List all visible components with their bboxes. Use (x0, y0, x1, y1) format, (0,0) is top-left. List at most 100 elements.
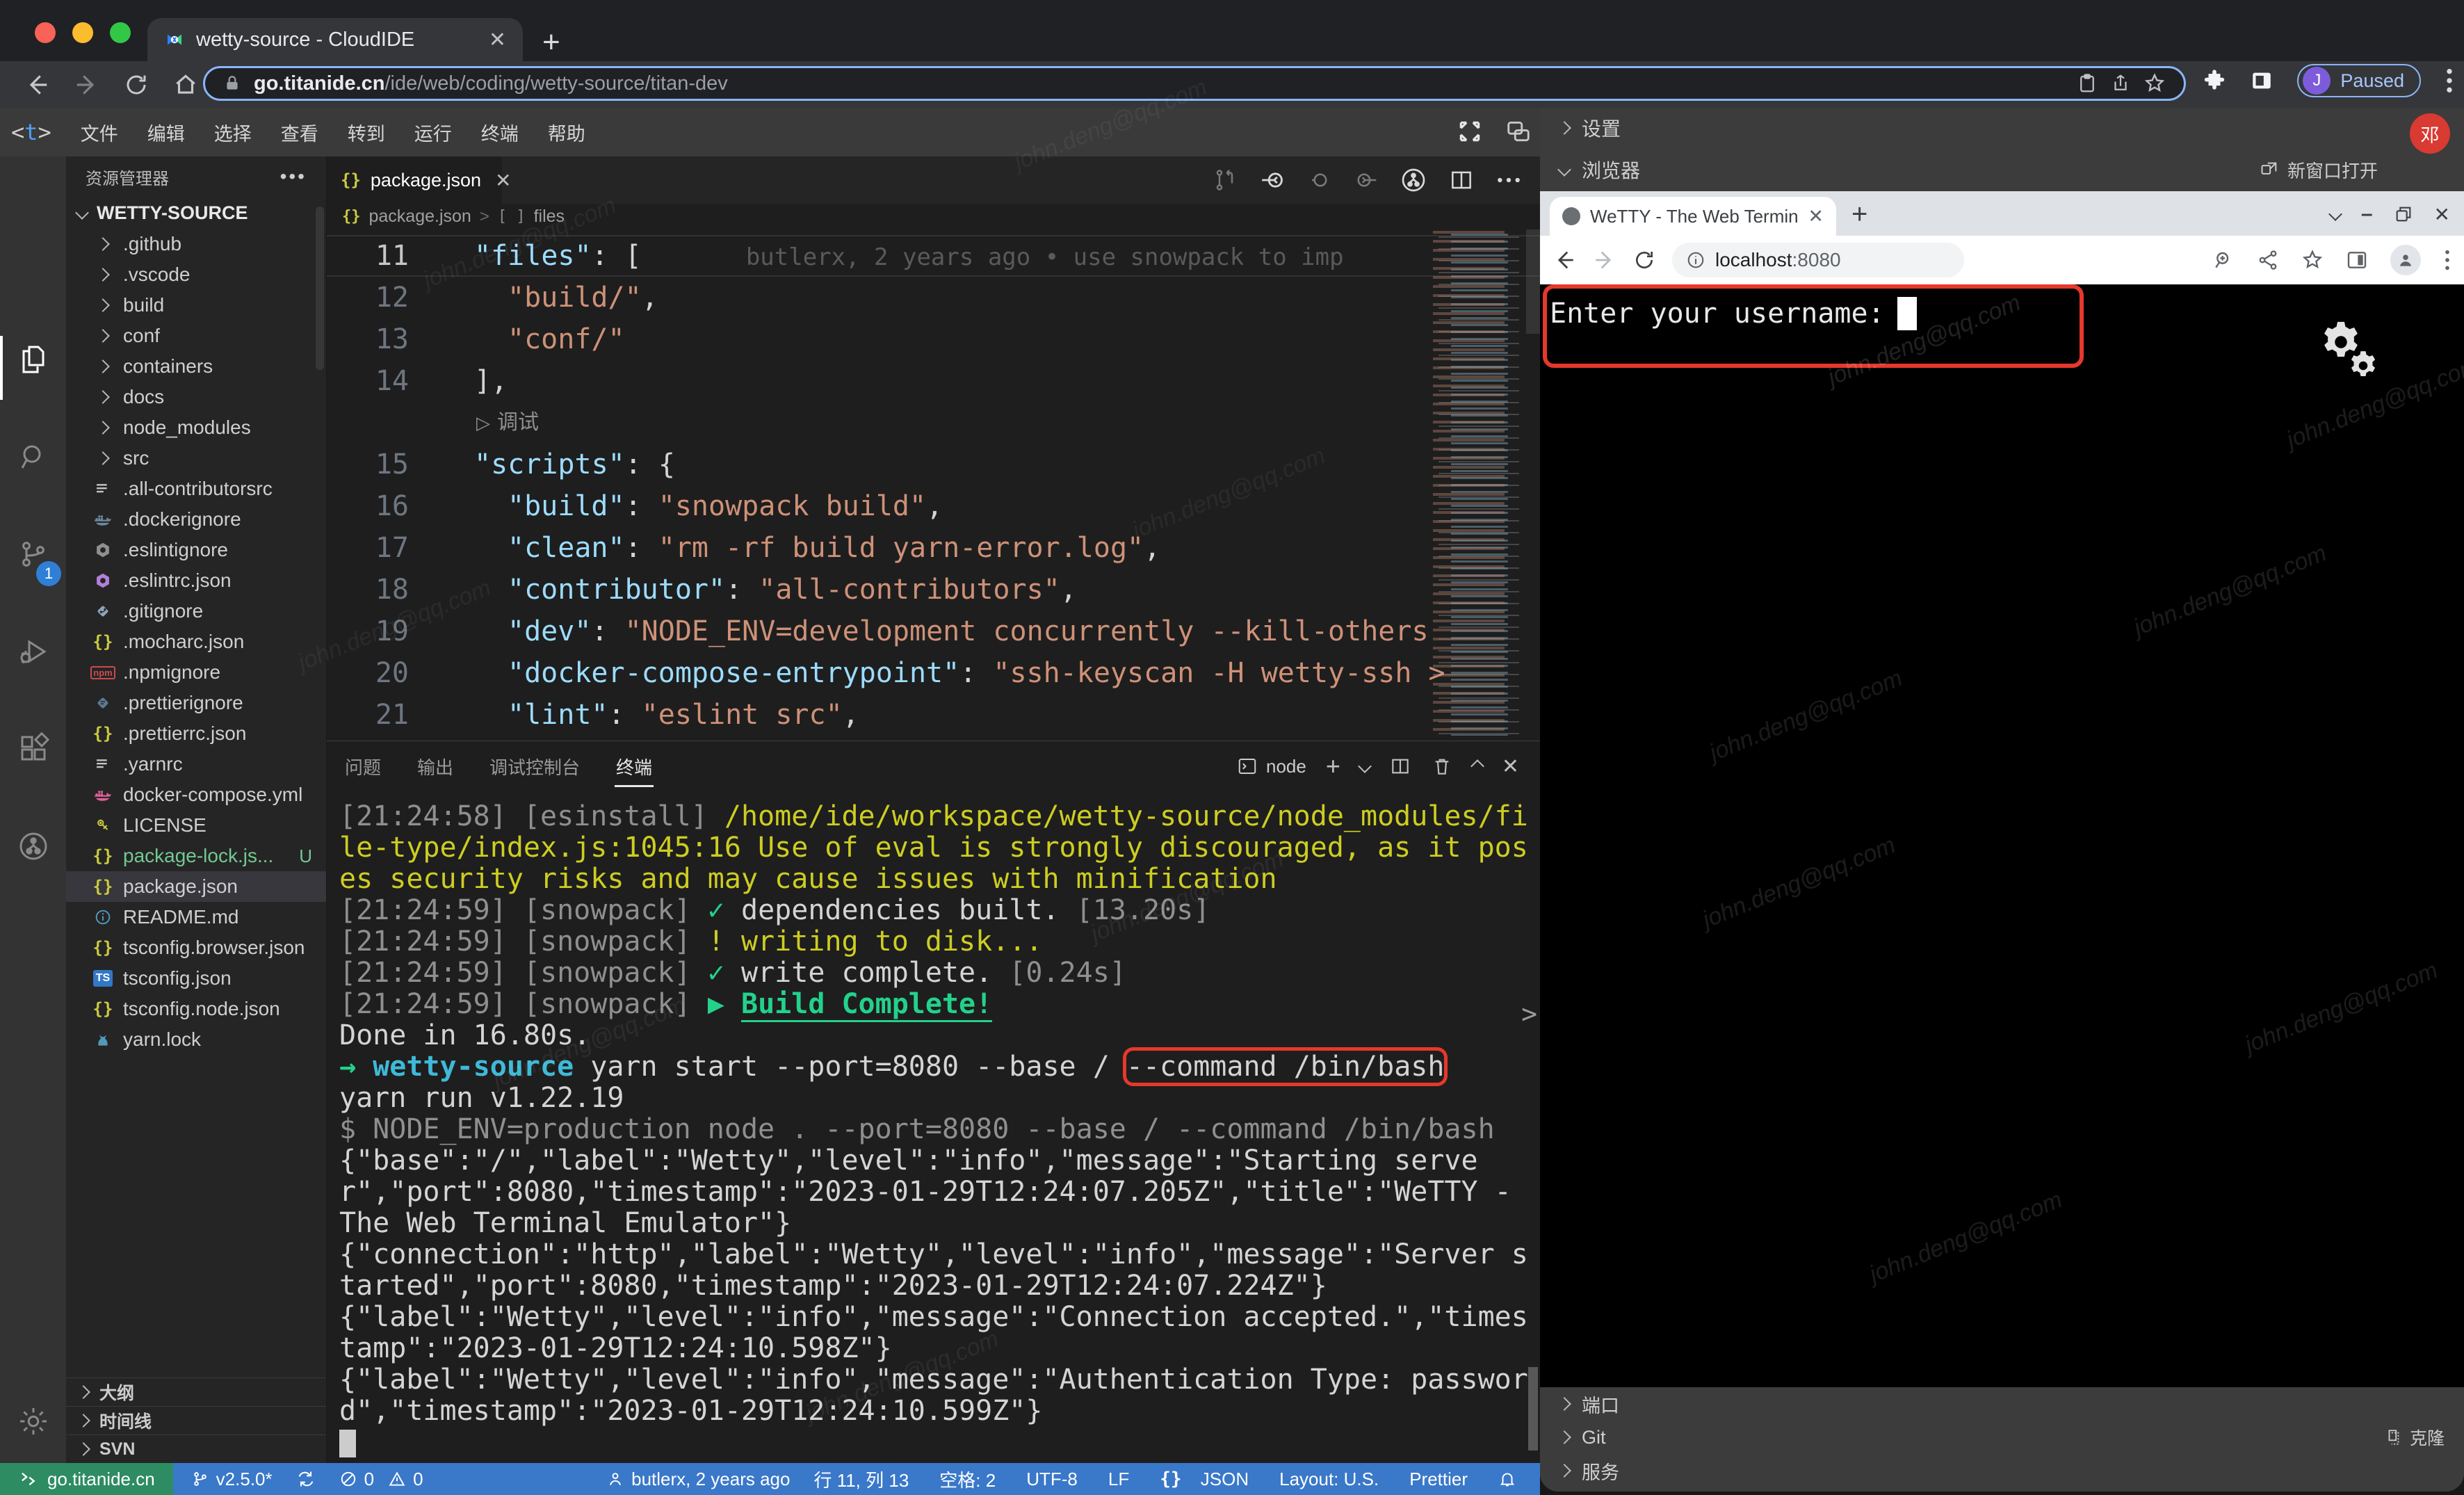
browser-section-header[interactable]: 浏览器 新窗口打开 (1540, 148, 2464, 191)
menu-item-5[interactable]: 运行 (414, 119, 452, 146)
tree-item-.prettierignore[interactable]: .prettierignore (66, 688, 326, 718)
maximize-panel-icon[interactable] (1470, 759, 1484, 773)
code-editor[interactable]: 11"files": [butlerx, 2 years ago • use s… (327, 229, 1540, 741)
notifications-bell-icon[interactable] (1498, 1470, 1516, 1488)
breadcrumb[interactable]: {} package.json > [ ] files (327, 204, 1540, 229)
branch-indicator[interactable]: v2.5.0* (191, 1469, 273, 1490)
explorer-section-2[interactable]: SVN (66, 1435, 326, 1463)
tree-item-package.json[interactable]: {}package.json (66, 871, 326, 902)
terminal-dropdown-icon[interactable] (1358, 759, 1372, 773)
extensions-icon[interactable] (17, 732, 50, 766)
more-menu-icon[interactable] (2443, 248, 2451, 272)
zoom-icon[interactable] (2212, 249, 2235, 271)
tree-item-tsconfig.browser.json[interactable]: {}tsconfig.browser.json (66, 932, 326, 963)
split-editor-icon[interactable] (1448, 167, 1475, 193)
more-menu-icon[interactable] (2445, 67, 2454, 95)
home-icon[interactable] (172, 72, 199, 98)
embedded-reload-icon[interactable] (1633, 249, 1655, 271)
cursor-position[interactable]: 行 11, 列 13 (813, 1466, 909, 1492)
tree-item-.github[interactable]: .github (66, 229, 326, 259)
code-line-14[interactable]: 14], (327, 360, 1540, 402)
previous-change-icon[interactable] (1259, 166, 1287, 194)
explorer-more-icon[interactable]: ••• (280, 165, 307, 188)
kill-terminal-icon[interactable] (1431, 755, 1453, 777)
panel-tab-3[interactable]: 终端 (616, 741, 652, 791)
reload-icon[interactable] (124, 72, 149, 97)
right-section-0[interactable]: 端口 (1540, 1387, 2464, 1421)
tree-item-.yarnrc[interactable]: .yarnrc (66, 749, 326, 779)
breadcrumb-node[interactable]: files (534, 207, 565, 227)
profile-pill[interactable]: J Paused (2297, 64, 2421, 97)
code-line-17[interactable]: 17"clean": "rm -rf build yarn-error.log"… (327, 527, 1540, 569)
keyboard-layout[interactable]: Layout: U.S. (1279, 1469, 1379, 1490)
shell-selector[interactable]: node (1237, 756, 1306, 777)
remote-fork-icon[interactable] (17, 830, 50, 863)
code-line-12[interactable]: 12"build/", (327, 277, 1540, 318)
explorer-section-0[interactable]: 大纲 (66, 1377, 326, 1406)
split-terminal-icon[interactable] (1389, 755, 1411, 777)
code-line-20[interactable]: 20"docker-compose-entrypoint": "ssh-keys… (327, 652, 1540, 694)
layout-windows-icon[interactable] (1505, 118, 1532, 145)
tree-item-containers[interactable]: containers (66, 351, 326, 382)
tree-item-.eslintignore[interactable]: .eslintignore (66, 535, 326, 565)
editor-scrollbar[interactable] (1526, 229, 1540, 334)
settings-gears-icon[interactable] (2317, 318, 2381, 383)
blame-indicator[interactable]: butlerx, 2 years ago (606, 1469, 790, 1490)
right-section-2[interactable]: 服务 (1540, 1454, 2464, 1487)
close-tab-icon[interactable]: ✕ (495, 169, 511, 192)
tree-item-tsconfig.node.json[interactable]: {}tsconfig.node.json (66, 994, 326, 1024)
tree-item-.gitignore[interactable]: .gitignore (66, 596, 326, 627)
menu-item-2[interactable]: 选择 (214, 119, 252, 146)
tree-item-conf[interactable]: conf (66, 321, 326, 351)
close-panel-icon[interactable]: ✕ (1502, 754, 1519, 779)
sync-icon[interactable] (296, 1469, 316, 1489)
tree-item-package-lock.js...[interactable]: {}package-lock.js...U (66, 841, 326, 871)
panel-tab-0[interactable]: 问题 (345, 741, 381, 791)
code-line-16[interactable]: 16"build": "snowpack build", (327, 485, 1540, 527)
forward-icon[interactable] (74, 72, 100, 98)
remote-indicator[interactable]: go.titanide.cn (0, 1463, 173, 1495)
embedded-terminal-viewport[interactable]: Enter your username: (1540, 284, 2464, 1387)
tree-item-README.md[interactable]: README.md (66, 902, 326, 932)
tab-close-icon[interactable]: ✕ (489, 28, 506, 52)
breadcrumb-file[interactable]: package.json (369, 207, 471, 227)
menu-item-0[interactable]: 文件 (81, 119, 118, 146)
editor-tab-package-json[interactable]: {} package.json ✕ (327, 156, 502, 204)
close-window-button[interactable] (35, 22, 56, 43)
tree-item-.vscode[interactable]: .vscode (66, 259, 326, 290)
share-icon[interactable] (2257, 249, 2279, 271)
tree-item-.mocharc.json[interactable]: {}.mocharc.json (66, 627, 326, 657)
tree-item-.eslintrc.json[interactable]: .eslintrc.json (66, 565, 326, 596)
embedded-restore-icon[interactable] (2394, 204, 2413, 224)
bookmark-star-icon[interactable] (2301, 249, 2324, 271)
code-line-11[interactable]: 11"files": [butlerx, 2 years ago • use s… (327, 235, 1540, 277)
right-section-1[interactable]: Git克隆 (1540, 1421, 2464, 1454)
bookmark-star-icon[interactable] (2143, 72, 2166, 95)
tree-item-tsconfig.json[interactable]: TStsconfig.json (66, 963, 326, 994)
profile-icon[interactable] (2390, 245, 2421, 275)
tree-item-build[interactable]: build (66, 290, 326, 321)
panel-expand-icon[interactable]: > (1521, 999, 1537, 1029)
side-panel-icon[interactable] (2250, 69, 2273, 92)
code-line-15[interactable]: 15"scripts": { (327, 444, 1540, 485)
code-line-21[interactable]: 21"lint": "eslint src", (327, 694, 1540, 736)
embedded-back-icon[interactable] (1553, 248, 1576, 272)
embedded-browser-tab[interactable]: WeTTY - The Web Terminal ✕ (1550, 197, 1836, 236)
embedded-tab-close-icon[interactable]: ✕ (1808, 206, 1824, 227)
url-bar[interactable]: go.titanide.cn/ide/web/coding/wetty-sour… (203, 66, 2186, 101)
panel-tab-2[interactable]: 调试控制台 (489, 741, 580, 791)
eol[interactable]: LF (1108, 1469, 1129, 1490)
settings-section-header[interactable]: 设置 (1540, 108, 2464, 148)
site-info-icon[interactable] (1686, 250, 1705, 270)
code-line-18[interactable]: 18"contributor": "all-contributors", (327, 569, 1540, 611)
search-icon[interactable] (17, 440, 50, 474)
panel-tab-1[interactable]: 输出 (417, 741, 453, 791)
tree-root[interactable]: WETTY-SOURCE (66, 197, 326, 229)
tree-item-.npmignore[interactable]: npm.npmignore (66, 657, 326, 688)
menu-item-4[interactable]: 转到 (348, 119, 385, 146)
zoom-window-button[interactable] (110, 22, 131, 43)
more-actions-icon[interactable] (1496, 175, 1522, 185)
tree-item-docs[interactable]: docs (66, 382, 326, 412)
language-mode[interactable]: {} JSON (1160, 1469, 1249, 1490)
code-line-19[interactable]: 19"dev": "NODE_ENV=development concurren… (327, 611, 1540, 652)
